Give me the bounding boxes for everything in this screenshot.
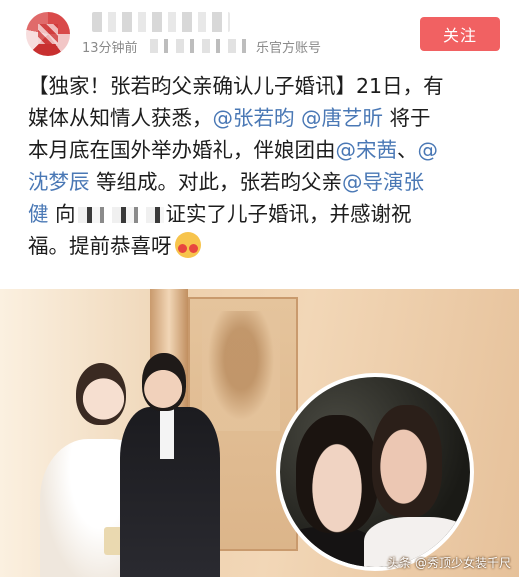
mention-link[interactable]: @唐艺昕 [301, 106, 383, 130]
post-text-segment: 本月底在国外举办婚礼，伴娘团由 [28, 138, 336, 162]
post-text-segment: 、 [397, 138, 418, 162]
blush-emoji-icon [174, 232, 201, 258]
post-text-segment: 向 [48, 202, 76, 226]
post-text-segment: 【独家！张若昀父亲确认儿子婚讯】21日，有 [28, 74, 444, 98]
post-line-5: 健 向 证实了儿子婚讯，并感谢祝 [28, 198, 498, 230]
mention-link[interactable]: @导演张 [342, 170, 424, 194]
post-text-segment: 媒体从知情人获悉， [28, 106, 213, 130]
mention-link[interactable]: 健 [28, 202, 49, 226]
mosaic-redaction [77, 207, 164, 223]
account-name-mosaic-2 [150, 39, 252, 53]
post-text-segment: 等组成。对此，张若昀父亲 [89, 170, 343, 194]
post-image[interactable]: 头条 @秀顶少女装千尺 [0, 289, 519, 577]
groom-shirt [160, 409, 174, 459]
post-line-6: 福。提前恭喜呀 [28, 230, 498, 262]
mention-link[interactable]: 沈梦辰 [28, 170, 90, 194]
post-text-segment: 证实了儿子婚讯，并感谢祝 [165, 202, 412, 226]
post-line-4: 沈梦辰 等组成。对此，张若昀父亲@导演张 [28, 166, 498, 198]
mention-link[interactable]: @张若昀 [213, 106, 295, 130]
inset-circle-photo [276, 373, 474, 571]
follow-button[interactable]: 关注 [420, 17, 500, 51]
post-text-segment: 将于 [383, 106, 431, 130]
groom-head [142, 353, 186, 411]
post-line-1: 【独家！张若昀父亲确认儿子婚讯】21日，有 [28, 70, 498, 102]
mention-link[interactable]: @宋茜 [336, 138, 398, 162]
post-time: 13分钟前 [82, 41, 138, 56]
watermark: 头条 @秀顶少女装千尺 [387, 556, 511, 570]
avatar[interactable] [26, 12, 70, 56]
post-line-3: 本月底在国外举办婚礼，伴娘团由@宋茜、@ [28, 134, 498, 166]
post-line-2: 媒体从知情人获悉，@张若昀 @唐艺昕 将于 [28, 102, 498, 134]
post-text-segment: 福。提前恭喜呀 [28, 234, 172, 258]
account-name-mosaic[interactable] [92, 12, 230, 32]
account-type-label: 乐官方账号 [256, 41, 322, 56]
photo-mural [202, 311, 280, 431]
inset-boy-face [296, 415, 378, 533]
post-text: 【独家！张若昀父亲确认儿子婚讯】21日，有 媒体从知情人获悉，@张若昀 @唐艺昕… [28, 70, 498, 262]
bride-head [76, 363, 126, 425]
inset-boy-shirt [280, 527, 376, 567]
post-header: 13分钟前 乐官方账号 关注 [0, 0, 519, 62]
mention-link[interactable]: @ [418, 138, 439, 162]
inset-girl-face [372, 405, 442, 517]
